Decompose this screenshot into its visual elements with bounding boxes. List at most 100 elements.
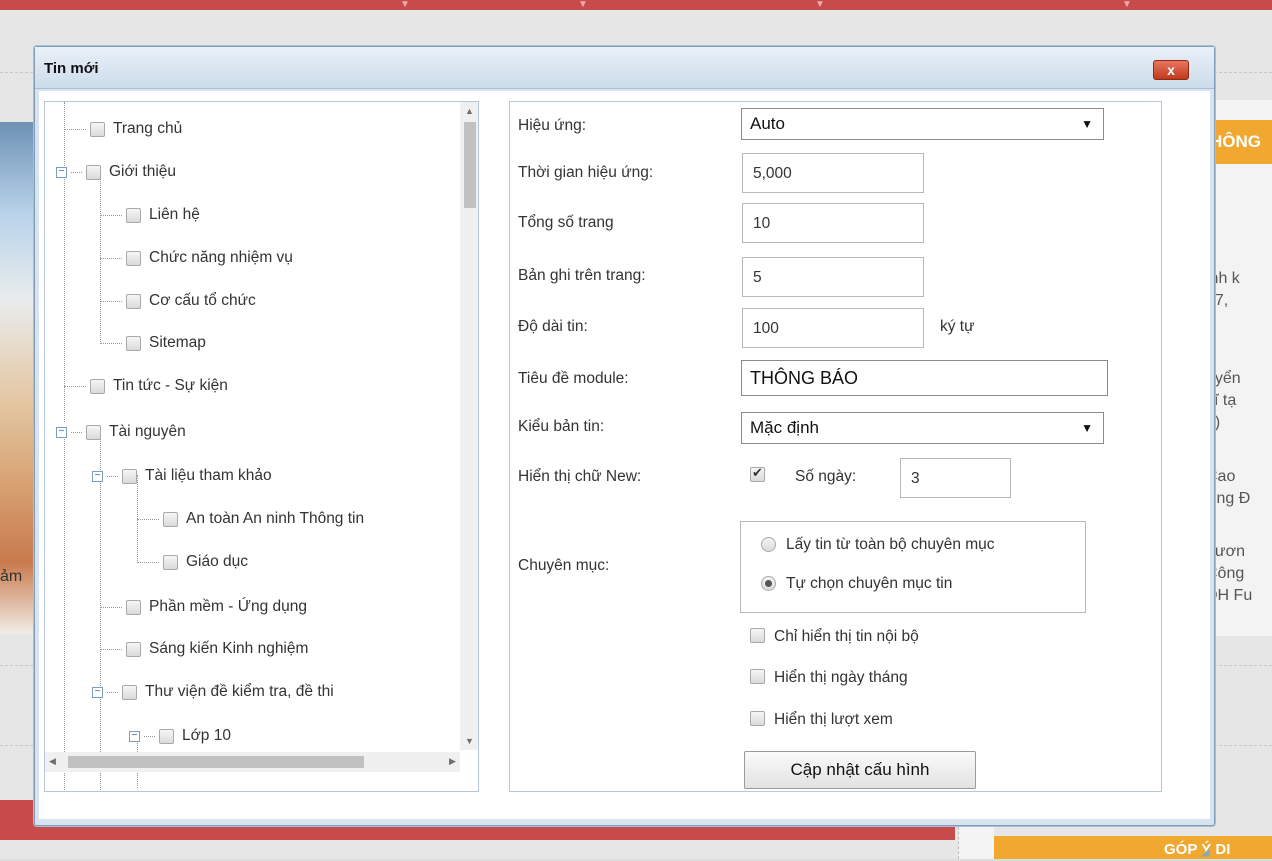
- tree-item-label: An toàn An ninh Thông tin: [186, 510, 365, 527]
- feedback-heading: GÓP Ý DI: [994, 836, 1272, 859]
- tree-checkbox[interactable]: [126, 293, 141, 309]
- category-custom-label[interactable]: Tự chọn chuyên mục tin: [786, 575, 952, 593]
- scroll-up-icon[interactable]: ▲: [465, 106, 474, 116]
- effect-time-label: Thời gian hiệu ứng:: [518, 164, 654, 181]
- tree-checkbox[interactable]: [86, 164, 101, 180]
- top-menu-bar: [0, 0, 1272, 10]
- collapse-icon[interactable]: −: [129, 730, 140, 742]
- days-label: Số ngày:: [795, 468, 857, 485]
- effect-selected-value: Auto: [750, 114, 785, 133]
- menu-chevron-icon: ▼: [578, 0, 588, 10]
- category-all-radio[interactable]: [761, 537, 776, 552]
- show-date-label[interactable]: Hiển thị ngày tháng: [774, 669, 908, 687]
- dropdown-arrow-icon: ▼: [1081, 421, 1093, 435]
- tree-checkbox[interactable]: [126, 335, 141, 351]
- tree-item-label: Giáo dục: [186, 553, 249, 570]
- dialog-titlebar[interactable]: Tin mới x: [35, 47, 1214, 89]
- tree-item-tai-nguyen[interactable]: − Tài nguyên: [56, 420, 186, 444]
- category-all-label[interactable]: Lấy tin từ toàn bộ chuyên mục: [786, 536, 995, 554]
- tree-item-phan-mem[interactable]: Phần mềm - Ứng dụng: [100, 595, 307, 619]
- tree-item-tai-lieu[interactable]: − Tài liệu tham khảo: [92, 464, 272, 488]
- news-module-dialog: Tin mới x Trang chủ − Giới thiệu Liên hệ…: [34, 46, 1215, 858]
- horizontal-scroll-thumb[interactable]: [68, 756, 364, 768]
- tree-checkbox[interactable]: [159, 728, 174, 744]
- tree-item-chuc-nang[interactable]: Chức năng nhiệm vụ: [100, 246, 293, 270]
- menu-chevron-icon: ▼: [400, 0, 410, 10]
- tree-checkbox[interactable]: [126, 250, 141, 266]
- collapse-icon[interactable]: −: [92, 470, 103, 482]
- show-new-checkbox[interactable]: [750, 465, 765, 482]
- banner-caption: ảm: [0, 568, 23, 585]
- effect-time-input[interactable]: 5,000: [742, 153, 924, 193]
- vertical-scroll-thumb[interactable]: [464, 122, 476, 208]
- close-button[interactable]: x: [1153, 60, 1189, 80]
- tree-checkbox[interactable]: [126, 641, 141, 657]
- news-length-unit: ký tự: [940, 318, 975, 335]
- category-options: Lấy tin từ toàn bộ chuyên mục Tự chọn ch…: [740, 521, 1086, 613]
- update-config-button[interactable]: Cập nhật cấu hình: [744, 751, 976, 789]
- tree-checkbox[interactable]: [163, 554, 178, 570]
- category-tree: Trang chủ − Giới thiệu Liên hệ Chức năng…: [44, 101, 479, 792]
- show-views-checkbox[interactable]: [750, 711, 765, 726]
- tree-checkbox[interactable]: [122, 684, 137, 700]
- records-per-page-input[interactable]: 5: [742, 257, 924, 297]
- tree-item-label: Giới thiệu: [109, 163, 177, 180]
- internal-only-checkbox[interactable]: [750, 628, 765, 643]
- tree-checkbox[interactable]: [90, 121, 105, 137]
- tree-checkbox[interactable]: [122, 468, 137, 484]
- menu-chevron-icon: ▼: [1122, 0, 1132, 10]
- scroll-down-icon[interactable]: ▼: [465, 736, 474, 746]
- days-input[interactable]: 3: [900, 458, 1011, 498]
- tree-checkbox[interactable]: [90, 378, 105, 394]
- tree-checkbox[interactable]: [163, 511, 178, 527]
- tree-checkbox[interactable]: [126, 207, 141, 223]
- tree-item-label: Tin tức - Sự kiện: [113, 377, 228, 394]
- tree-item-lien-he[interactable]: Liên hệ: [100, 203, 200, 227]
- news-length-input[interactable]: 100: [742, 308, 924, 348]
- show-date-checkbox[interactable]: [750, 669, 765, 684]
- tree-item-thu-vien[interactable]: − Thư viện đề kiểm tra, đề thi: [92, 680, 334, 704]
- collapse-icon[interactable]: −: [56, 426, 67, 438]
- dialog-body: Trang chủ − Giới thiệu Liên hệ Chức năng…: [39, 91, 1210, 858]
- tree-item-lop-10[interactable]: − Lớp 10: [129, 724, 231, 748]
- news-style-selected-value: Mặc định: [750, 418, 819, 437]
- tree-item-an-toan[interactable]: An toàn An ninh Thông tin: [137, 507, 364, 531]
- tree-item-label: Phần mềm - Ứng dụng: [149, 598, 307, 615]
- news-style-select[interactable]: Mặc định ▼: [741, 412, 1104, 444]
- tree-item-giao-duc[interactable]: Giáo dục: [137, 550, 248, 574]
- tree-item-sitemap[interactable]: Sitemap: [100, 331, 206, 355]
- tree-item-gioi-thieu[interactable]: − Giới thiệu: [56, 160, 176, 184]
- records-per-page-label: Bản ghi trên trang:: [518, 267, 646, 284]
- category-custom-radio[interactable]: [761, 576, 776, 591]
- tree-item-co-cau[interactable]: Cơ cấu tổ chức: [100, 289, 256, 313]
- collapse-icon[interactable]: −: [56, 166, 67, 178]
- internal-only-label[interactable]: Chỉ hiển thị tin nội bộ: [774, 628, 919, 646]
- scroll-right-icon[interactable]: ▶: [449, 756, 456, 767]
- dropdown-arrow-icon: ▼: [1081, 117, 1093, 131]
- category-label: Chuyên mục:: [518, 557, 610, 574]
- tree-item-label: Liên hệ: [149, 206, 200, 223]
- tree-item-label: Sitemap: [149, 334, 206, 351]
- effect-select[interactable]: Auto ▼: [741, 108, 1104, 140]
- tree-checkbox[interactable]: [126, 599, 141, 615]
- tree-item-trang-chu[interactable]: Trang chủ: [64, 117, 182, 141]
- tree-item-sang-kien[interactable]: Sáng kiến Kinh nghiệm: [100, 637, 308, 661]
- collapse-icon[interactable]: −: [92, 686, 103, 698]
- scroll-left-icon[interactable]: ◀: [49, 756, 56, 767]
- tree-item-tin-tuc[interactable]: Tin tức - Sự kiện: [64, 374, 228, 398]
- effect-label: Hiệu ứng:: [518, 117, 587, 134]
- tree-item-label: Tài nguyên: [109, 423, 186, 440]
- news-style-label: Kiểu bản tin:: [518, 418, 605, 435]
- footer-box: [958, 822, 994, 859]
- tree-checkbox[interactable]: [86, 424, 101, 440]
- news-length-label: Độ dài tin:: [518, 318, 588, 335]
- dialog-title: Tin mới: [44, 60, 99, 77]
- show-views-label[interactable]: Hiển thị lượt xem: [774, 711, 893, 729]
- total-pages-input[interactable]: 10: [742, 203, 924, 243]
- total-pages-label: Tổng số trang: [518, 214, 614, 231]
- tree-item-label: Thư viện đề kiểm tra, đề thi: [145, 683, 334, 700]
- tree-item-label: Cơ cấu tổ chức: [149, 292, 256, 309]
- module-title-input[interactable]: THÔNG BÁO: [741, 360, 1108, 396]
- tree-item-label: Tài liệu tham khảo: [145, 467, 272, 484]
- close-icon: x: [1167, 62, 1175, 78]
